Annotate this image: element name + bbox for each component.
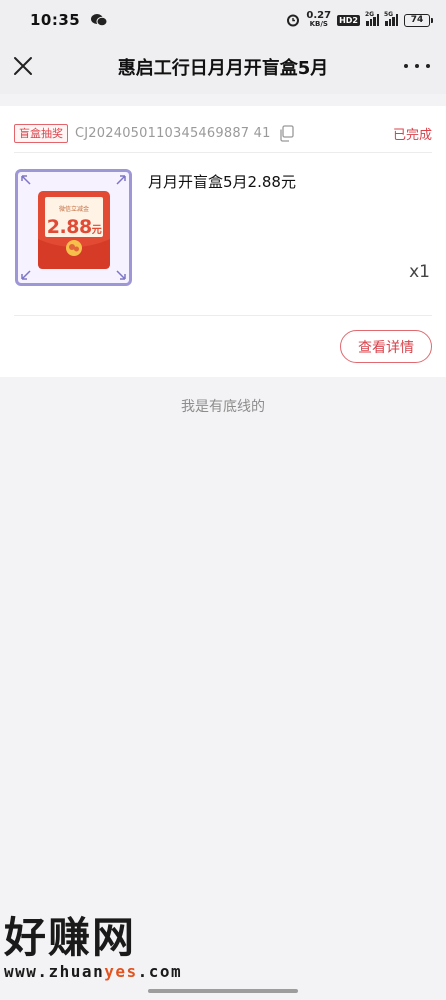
envelope-amount-unit: 元 <box>91 225 102 236</box>
order-header: 盲盒抽奖 CJ2024050110345469887 41 已完成 <box>14 123 432 143</box>
wechat-icon <box>91 14 108 27</box>
battery-icon: 74 <box>404 13 433 27</box>
more-dots-icon[interactable] <box>404 56 430 76</box>
end-of-list-text: 我是有底线的 <box>181 399 265 415</box>
order-card: 盲盒抽奖 CJ2024050110345469887 41 已完成 微信立减金 … <box>0 106 446 377</box>
divider <box>14 152 432 153</box>
envelope-amount-value: 2.88 <box>46 216 92 238</box>
signal-icon-sim2: 5G <box>384 11 398 26</box>
watermark-title: 好赚网 <box>4 913 137 962</box>
net-speed-value: 0.27 <box>306 10 332 21</box>
envelope-label: 微信立减金 <box>58 206 89 213</box>
envelope-amount: 2.88元 <box>38 216 110 238</box>
corner-mark-icon <box>116 270 126 280</box>
status-bar: 10:35 0.27 KB/S HD2 2G 5G 74 <box>0 0 446 40</box>
battery-level: 74 <box>410 15 424 25</box>
product-image[interactable]: 微信立减金 2.88元 <box>15 169 132 286</box>
order-type-badge: 盲盒抽奖 <box>14 123 68 143</box>
red-envelope-image: 微信立减金 2.88元 <box>38 187 110 269</box>
corner-mark-icon <box>116 175 126 185</box>
order-number: CJ2024050110345469887 41 <box>75 125 271 141</box>
watermark-url: www.zhuanyes.com <box>4 962 194 981</box>
product-quantity: x1 <box>409 262 430 282</box>
corner-mark-icon <box>21 270 31 280</box>
alarm-icon <box>287 14 300 27</box>
sim2-label: 5G <box>384 11 394 18</box>
signal-icon-sim1: 2G <box>365 11 379 26</box>
sim1-label: 2G <box>365 11 375 18</box>
net-speed: 0.27 KB/S <box>306 11 331 29</box>
watermark-url-a: www.zhuan <box>4 962 105 981</box>
net-speed-unit: KB/S <box>309 20 328 28</box>
status-right-group: 0.27 KB/S HD2 2G 5G 74 <box>286 11 433 29</box>
hd-badge: HD2 <box>337 14 360 26</box>
status-time: 10:35 <box>30 11 81 29</box>
watermark-url-c: .com <box>137 962 183 981</box>
divider <box>14 315 432 316</box>
order-status: 已完成 <box>392 127 432 143</box>
close-icon[interactable] <box>12 55 34 77</box>
watermark-url-b: yes <box>104 962 138 981</box>
home-indicator[interactable] <box>148 989 298 993</box>
nav-bar: 惠启工行日月月开盲盒5月 <box>0 40 446 94</box>
copy-icon[interactable] <box>278 124 295 142</box>
view-details-button[interactable]: 查看详情 <box>340 330 432 363</box>
page-title: 惠启工行日月月开盲盒5月 <box>117 58 329 79</box>
product-name[interactable]: 月月开盲盒5月2.88元 <box>148 171 296 192</box>
site-watermark-logo: 好赚网 www.zhuanyes.com <box>4 914 194 986</box>
corner-mark-icon <box>21 175 31 185</box>
